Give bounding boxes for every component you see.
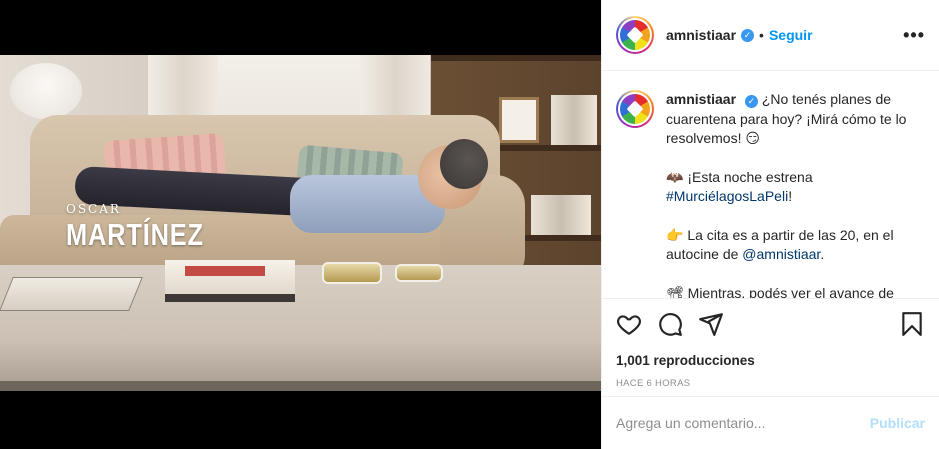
comment-icon[interactable] [657, 311, 683, 337]
credit-last-name: MARTÍNEZ [66, 217, 204, 252]
avatar[interactable] [616, 16, 654, 54]
publish-button[interactable]: Publicar [870, 415, 925, 431]
hashtag-link[interactable]: #MurciélagosLaPeli [666, 188, 788, 204]
verified-icon: ✓ [741, 28, 755, 42]
caption-punctuation: . [820, 246, 825, 262]
mention-link[interactable]: @amnistiaar [742, 246, 820, 262]
post-sidebar: amnistiaar ✓ • Seguir ••• amnistiaar ✓ ¿… [601, 0, 939, 449]
post-header: amnistiaar ✓ • Seguir ••• [602, 0, 939, 71]
caption-text: amnistiaar ✓ ¿No tenés planes de cuarent… [666, 90, 925, 298]
username-link[interactable]: amnistiaar [666, 27, 736, 43]
share-icon[interactable] [698, 311, 724, 337]
caption-line: 🦇 ¡Esta noche estrena [666, 168, 813, 185]
comment-box: Publicar [602, 396, 939, 449]
views-count[interactable]: 1,001 reproducciones [616, 353, 925, 368]
separator-dot: • [759, 27, 764, 43]
lamp [10, 63, 82, 119]
bookmark-icon[interactable] [899, 311, 925, 337]
caption-line: 📽 Mientras, podés ver el avance de [666, 284, 894, 299]
video-player[interactable]: OSCAR MARTÍNEZ [0, 0, 601, 449]
timestamp[interactable]: HACE 6 HORAS [616, 378, 925, 389]
credit-first-name: OSCAR [66, 202, 121, 216]
verified-icon: ✓ [744, 95, 758, 109]
comment-input[interactable] [616, 415, 870, 431]
post-actions: 1,001 reproducciones HACE 6 HORAS [602, 298, 939, 389]
more-icon[interactable]: ••• [903, 25, 925, 46]
caption-punctuation: ! [788, 188, 793, 204]
video-credit: OSCAR MARTÍNEZ [66, 200, 234, 252]
follow-button[interactable]: Seguir [769, 27, 813, 43]
picture-frame [499, 97, 539, 143]
book [165, 260, 295, 302]
caption: amnistiaar ✓ ¿No tenés planes de cuarent… [602, 72, 939, 298]
book [0, 277, 143, 311]
avatar[interactable] [616, 90, 654, 128]
heart-icon[interactable] [616, 311, 642, 337]
video-frame[interactable]: OSCAR MARTÍNEZ [0, 55, 601, 391]
caption-username[interactable]: amnistiaar [666, 91, 736, 107]
instagram-post: OSCAR MARTÍNEZ amnistiaar ✓ • Seguir •••… [0, 0, 939, 449]
